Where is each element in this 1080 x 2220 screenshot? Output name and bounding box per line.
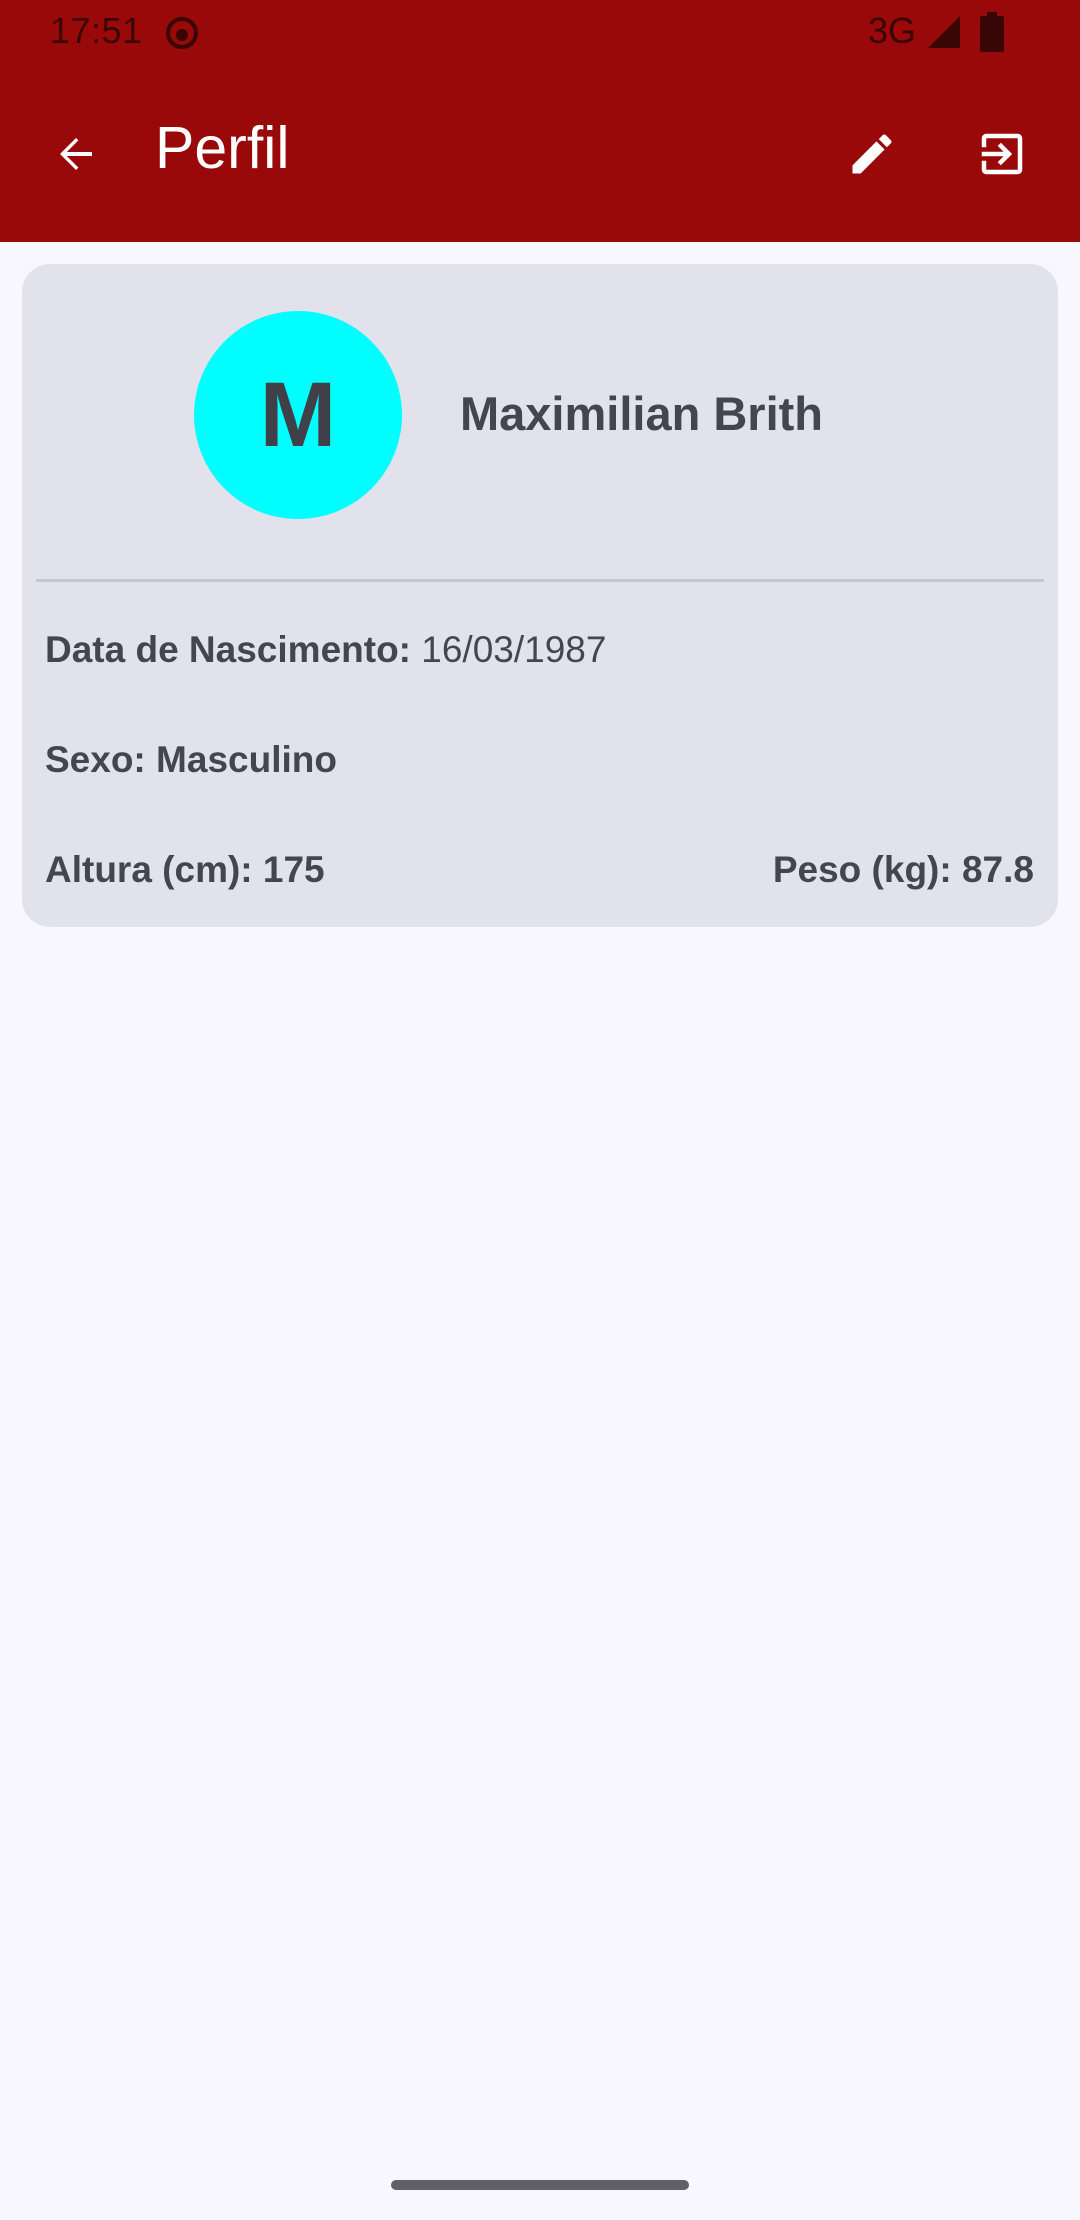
height-row: Altura (cm): 175 — [45, 848, 325, 892]
height-value: 175 — [262, 849, 325, 890]
status-time: 17:51 — [50, 10, 143, 51]
weight-value: 87.8 — [961, 849, 1034, 890]
avatar-initial: M — [259, 363, 337, 466]
back-button[interactable] — [34, 112, 118, 196]
sex-label: Sexo: — [45, 739, 146, 780]
edit-profile-button[interactable] — [830, 112, 914, 196]
sex-row: Sexo: Masculino — [45, 738, 337, 782]
birth-date-row: Data de Nascimento: 16/03/1987 — [45, 628, 606, 672]
page-title: Perfil — [155, 115, 290, 181]
profile-card: M Maximilian Brith Data de Nascimento: 1… — [22, 264, 1058, 927]
sex-value: Masculino — [156, 739, 337, 780]
back-arrow-icon — [60, 138, 92, 170]
status-bar: 17:51 3G — [0, 0, 1080, 66]
logout-icon — [981, 133, 1023, 175]
profile-name: Maximilian Brith — [460, 387, 824, 440]
birth-date-label: Data de Nascimento: — [45, 629, 411, 670]
edit-pencil-icon — [852, 134, 892, 174]
birth-date-value: 16/03/1987 — [421, 629, 607, 670]
weight-label: Peso (kg): — [772, 849, 952, 890]
top-app-bar: Perfil — [0, 66, 1080, 242]
battery-icon — [980, 12, 1004, 52]
weight-row: Peso (kg): 87.8 — [773, 848, 1034, 892]
height-label: Altura (cm): — [45, 849, 253, 890]
signal-icon — [926, 14, 962, 50]
app-notification-icon — [164, 15, 200, 51]
avatar: M — [194, 311, 402, 519]
network-type: 3G — [868, 10, 917, 51]
logout-button[interactable] — [960, 112, 1044, 196]
home-indicator[interactable] — [391, 2180, 689, 2190]
divider — [36, 579, 1044, 582]
